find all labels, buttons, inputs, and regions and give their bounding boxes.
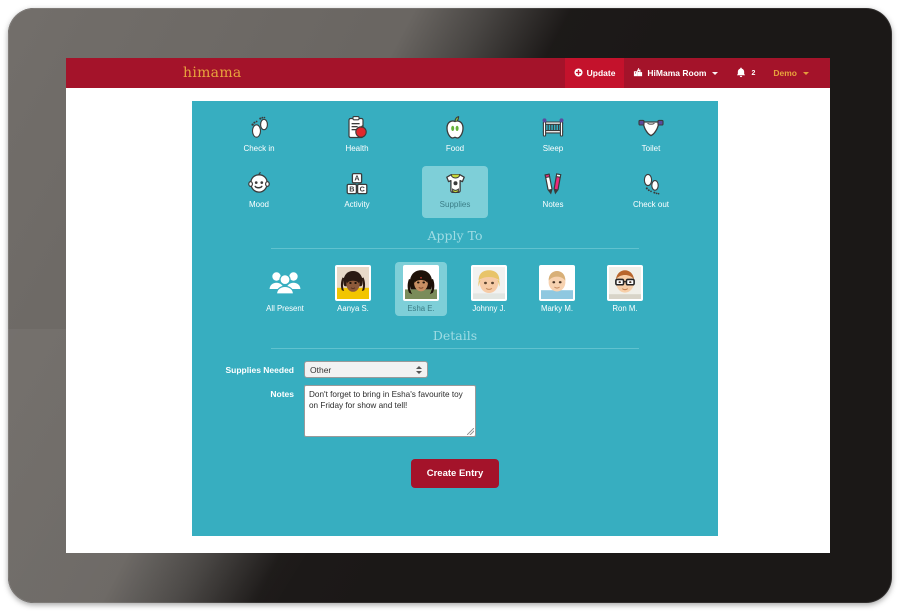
tile-health[interactable]: Health (324, 110, 390, 162)
notes-label: Notes (270, 389, 294, 399)
child-name: Ron M. (612, 304, 638, 313)
notifications-button[interactable]: 2 (727, 58, 764, 88)
chevron-down-icon (803, 71, 809, 75)
notification-count-badge: 2 (751, 69, 756, 77)
activity-type-row-1: Check in Health Food Sleep Toilet (192, 110, 718, 162)
account-menu-label: Demo (773, 68, 797, 78)
details-form: Supplies Needed Other Notes Don't forget… (192, 361, 718, 437)
update-button[interactable]: Update (564, 58, 625, 88)
supplies-needed-label: Supplies Needed (225, 365, 295, 375)
room-selector[interactable]: HiMama Room (624, 58, 727, 88)
divider (271, 248, 639, 249)
avatar (607, 265, 643, 301)
child-name: Aanya S. (337, 304, 369, 313)
tile-label: Food (445, 144, 465, 153)
supplies-needed-value: Other (310, 364, 332, 375)
room-selector-label: HiMama Room (647, 68, 707, 78)
supplies-needed-select[interactable]: Other (304, 361, 428, 378)
child-name: Marky M. (540, 304, 574, 313)
footprints-icon (248, 114, 270, 142)
activity-type-row-2: Mood A B C Activity Supplies Notes Check… (192, 166, 718, 218)
select-arrows-icon (416, 365, 422, 374)
avatar (403, 265, 439, 301)
child-marky-m[interactable]: Marky M. (531, 262, 583, 316)
onesie-icon (443, 170, 468, 198)
apply-to-section-header: Apply To (271, 228, 639, 249)
activity-type-grid: Check in Health Food Sleep Toilet Mood A… (192, 101, 718, 218)
tile-notes[interactable]: Notes (520, 166, 586, 218)
tile-label: Check out (632, 200, 670, 209)
smiley-baby-icon (247, 170, 271, 198)
building-icon (633, 67, 643, 79)
top-navigation-bar: himama Update HiMama Room 2 Demo (66, 58, 830, 88)
tile-toilet[interactable]: Toilet (618, 110, 684, 162)
pencils-icon (542, 170, 564, 198)
tile-check-in[interactable]: Check in (226, 110, 292, 162)
footprints-icon (640, 170, 662, 198)
entry-form-panel: Check in Health Food Sleep Toilet Mood A… (192, 101, 718, 536)
tile-label: Toilet (641, 144, 661, 153)
details-title: Details (432, 328, 478, 343)
tile-mood[interactable]: Mood (226, 166, 292, 218)
create-entry-button[interactable]: Create Entry (410, 459, 500, 488)
tablet-device-frame: himama Update HiMama Room 2 Demo Check i… (8, 8, 892, 603)
tile-label: Notes (542, 200, 564, 209)
apply-to-title: Apply To (427, 228, 483, 243)
child-name: All Present (266, 304, 304, 313)
svg-text:B: B (349, 184, 354, 193)
group-people-icon (267, 265, 303, 301)
divider (271, 348, 639, 349)
child-esha-e[interactable]: Esha E. (395, 262, 447, 316)
nav-right-group: Update HiMama Room 2 Demo (564, 58, 818, 88)
child-name: Johnny J. (472, 304, 506, 313)
children-selector: All Present Aanya S. Esha E. Johnny J. M… (192, 262, 718, 316)
svg-text:C: C (360, 184, 365, 193)
chevron-down-icon (712, 71, 719, 75)
child-johnny-j[interactable]: Johnny J. (463, 262, 515, 316)
resize-grip-icon[interactable] (467, 428, 474, 435)
account-menu[interactable]: Demo (764, 58, 818, 88)
tile-supplies[interactable]: Supplies (422, 166, 488, 218)
tile-activity[interactable]: A B C Activity (324, 166, 390, 218)
avatar (335, 265, 371, 301)
clipboard-apple-icon (346, 114, 368, 142)
details-section-header: Details (271, 328, 639, 349)
tile-label: Health (345, 144, 369, 153)
crib-icon (541, 114, 565, 142)
child-aanya-s[interactable]: Aanya S. (327, 262, 379, 316)
notes-row: Notes Don't forget to bring in Esha's fa… (202, 385, 718, 437)
bell-icon (736, 67, 746, 80)
tile-label: Supplies (439, 200, 471, 209)
plus-circle-icon (574, 67, 583, 79)
apple-icon (444, 114, 466, 142)
child-name: Esha E. (407, 304, 435, 313)
tile-label: Check in (243, 144, 275, 153)
abc-blocks-icon: A B C (345, 170, 369, 198)
tile-food[interactable]: Food (422, 110, 488, 162)
supplies-needed-row: Supplies Needed Other (202, 361, 718, 378)
child-all-present[interactable]: All Present (259, 262, 311, 316)
submit-row: Create Entry (192, 459, 718, 488)
avatar (471, 265, 507, 301)
diaper-icon (638, 114, 664, 142)
update-button-label: Update (586, 68, 616, 78)
tile-sleep[interactable]: Sleep (520, 110, 586, 162)
child-ron-m[interactable]: Ron M. (599, 262, 651, 316)
svg-text:A: A (354, 174, 359, 183)
tile-label: Sleep (542, 144, 564, 153)
tablet-screen: himama Update HiMama Room 2 Demo Check i… (66, 58, 830, 553)
tile-label: Activity (344, 200, 370, 209)
tile-label: Mood (248, 200, 269, 209)
notes-input[interactable]: Don't forget to bring in Esha's favourit… (304, 385, 476, 437)
himama-logo[interactable]: himama (183, 65, 242, 81)
avatar (539, 265, 575, 301)
tile-check-out[interactable]: Check out (618, 166, 684, 218)
